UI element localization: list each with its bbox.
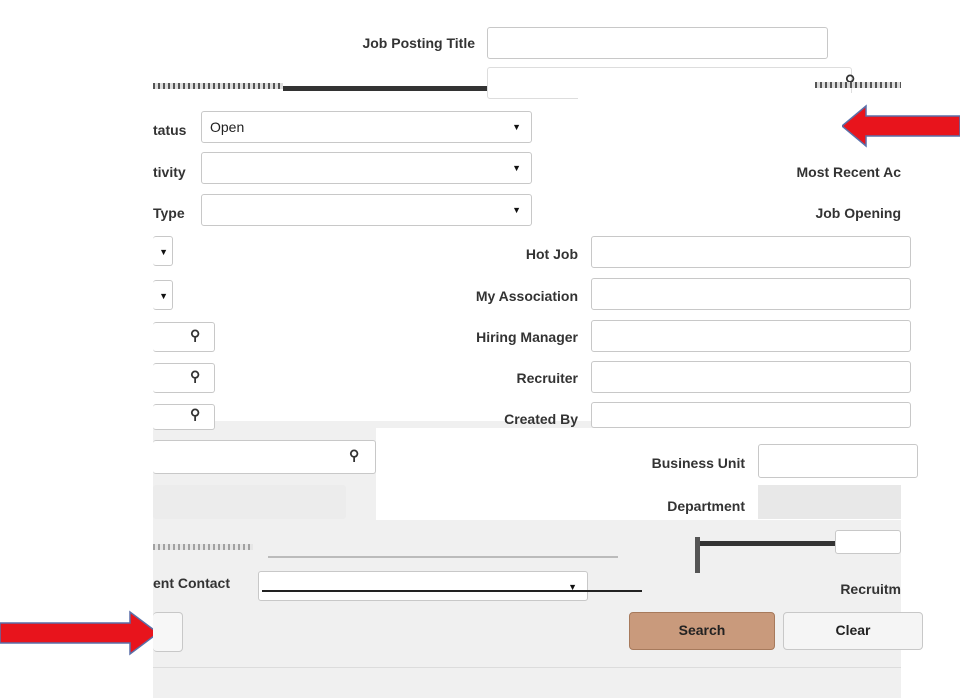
- hot-job-label: Hot Job: [525, 246, 578, 262]
- dropdown-caret-icon: ▼: [159, 247, 168, 257]
- business-unit-label: Business Unit: [651, 455, 745, 471]
- dropdown-caret-icon: ▼: [512, 205, 521, 215]
- left-select-2[interactable]: ▼: [153, 280, 173, 310]
- activity-select[interactable]: ▼: [201, 152, 532, 184]
- magnifier-icon[interactable]: ⚲: [190, 368, 200, 385]
- left-lookup-3[interactable]: [153, 404, 215, 430]
- business-unit-input[interactable]: [758, 444, 918, 478]
- divider: [153, 667, 901, 668]
- status-select[interactable]: Open ▼: [201, 111, 532, 143]
- left-lookup-2[interactable]: [153, 363, 215, 393]
- department-box: [758, 485, 901, 519]
- clear-button[interactable]: Clear: [783, 612, 923, 650]
- search-button[interactable]: Search: [629, 612, 775, 650]
- garbled-bar: [268, 556, 618, 558]
- dept-contact-label: ent Contact: [153, 575, 230, 591]
- my-association-label: My Association: [475, 288, 578, 304]
- job-posting-title-label: Job Posting Title: [362, 35, 475, 51]
- job-posting-title-input[interactable]: [487, 27, 828, 59]
- dropdown-caret-icon: ▼: [159, 291, 168, 301]
- hiring-manager-input[interactable]: [591, 320, 911, 352]
- hiring-manager-label: Hiring Manager: [476, 329, 578, 345]
- created-by-input[interactable]: [591, 402, 911, 428]
- left-lookup-1[interactable]: [153, 322, 215, 352]
- hot-job-input[interactable]: [591, 236, 911, 268]
- dropdown-caret-icon: ▼: [512, 122, 521, 132]
- job-opening-label: Job Opening: [815, 205, 901, 221]
- garbled-bar: [700, 541, 835, 546]
- garbled-right: [815, 82, 901, 88]
- status-value: Open: [210, 119, 245, 135]
- left-select-1[interactable]: ▼: [153, 236, 173, 266]
- most-recent-label: Most Recent Ac: [796, 164, 901, 180]
- magnifier-icon[interactable]: ⚲: [190, 327, 200, 344]
- gray-box: [153, 485, 346, 519]
- created-by-label: Created By: [504, 411, 578, 427]
- magnifier-icon[interactable]: ⚲: [349, 447, 359, 464]
- left-arrow-icon: [842, 104, 960, 148]
- recruiter-label: Recruiter: [516, 370, 578, 386]
- magnifier-icon[interactable]: ⚲: [190, 406, 200, 423]
- partial-button[interactable]: [153, 612, 183, 652]
- type-select[interactable]: ▼: [201, 194, 532, 226]
- dropdown-caret-icon: ▼: [568, 582, 577, 592]
- type-label: Type: [153, 205, 185, 221]
- status-label: tatus: [153, 122, 187, 138]
- left-wide-lookup[interactable]: [153, 440, 376, 474]
- right-arrow-icon: [0, 610, 160, 656]
- department-label: Department: [667, 498, 745, 514]
- activity-label: tivity: [153, 164, 186, 180]
- recruiter-input[interactable]: [591, 361, 911, 393]
- my-association-input[interactable]: [591, 278, 911, 310]
- recruiting-label: Recruitm: [840, 581, 901, 597]
- garbled-bar: [262, 590, 642, 592]
- garbled-row: [153, 83, 283, 89]
- dept-contact-select[interactable]: ▼: [258, 571, 588, 601]
- dropdown-caret-icon: ▼: [512, 163, 521, 173]
- garbled-row: [153, 544, 253, 550]
- position-number-input[interactable]: [835, 530, 901, 554]
